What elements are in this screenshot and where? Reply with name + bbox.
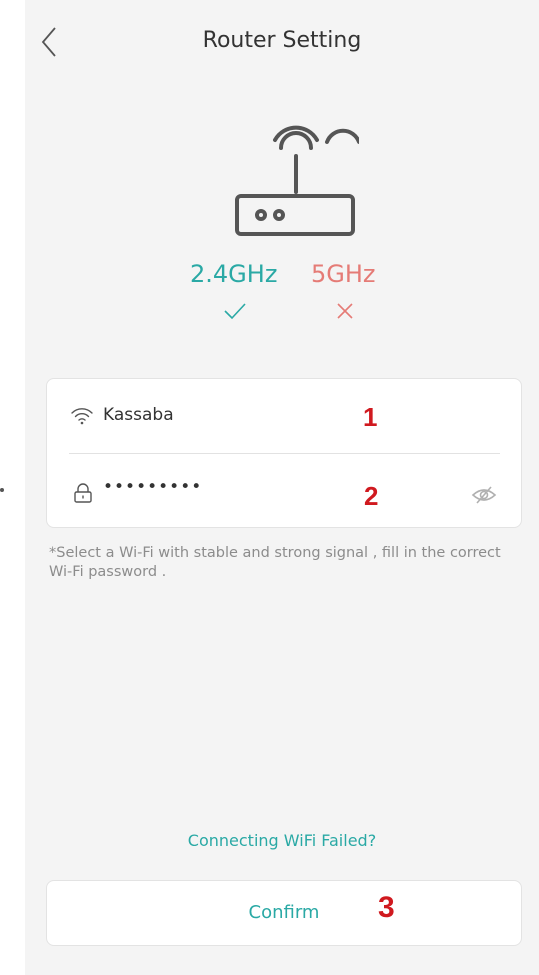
eye-off-icon[interactable] bbox=[471, 486, 497, 504]
annotation-marker-2: 2 bbox=[364, 481, 379, 511]
password-value: ••••••••• bbox=[103, 477, 203, 497]
confirm-label: Confirm bbox=[248, 902, 320, 923]
router-setting-screen: Router Setting 2.4GHz 5GHz Kassaba •••••… bbox=[25, 0, 539, 975]
field-divider bbox=[69, 453, 500, 454]
page-title: Router Setting bbox=[202, 28, 362, 53]
check-icon bbox=[224, 303, 246, 320]
connecting-failed-link[interactable]: Connecting WiFi Failed? bbox=[25, 831, 539, 850]
hint-text: *Select a Wi-Fi with stable and strong s… bbox=[49, 545, 501, 580]
ssid-value: Kassaba bbox=[103, 405, 174, 425]
confirm-button[interactable]: Confirm bbox=[46, 880, 522, 946]
wifi-credentials-card: Kassaba ••••••••• bbox=[46, 378, 522, 528]
stray-dot bbox=[0, 488, 4, 492]
password-field[interactable]: ••••••••• bbox=[47, 455, 523, 529]
router-body bbox=[235, 125, 355, 236]
cross-icon bbox=[337, 303, 353, 319]
annotation-marker-3: 3 bbox=[378, 891, 395, 924]
annotation-marker-1: 1 bbox=[363, 402, 378, 432]
band-5ghz-label: 5GHz bbox=[311, 260, 376, 288]
band-24ghz-label: 2.4GHz bbox=[190, 260, 278, 288]
wifi-icon bbox=[71, 408, 93, 425]
ssid-field[interactable]: Kassaba bbox=[47, 379, 523, 453]
lock-icon bbox=[74, 483, 92, 503]
